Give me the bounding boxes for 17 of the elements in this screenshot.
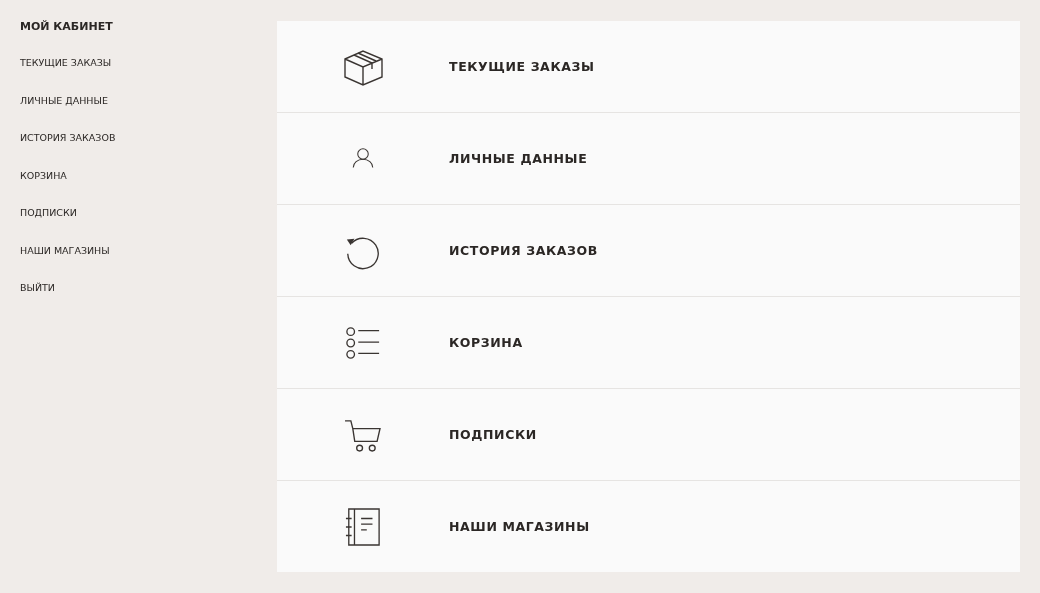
sidebar-title: МОЙ КАБИНЕТ	[20, 21, 113, 33]
list-icon	[345, 324, 381, 361]
sidebar-link[interactable]: ИСТОРИЯ ЗАКАЗОВ	[20, 132, 116, 144]
cart-icon	[344, 417, 382, 452]
section-link[interactable]: КОРЗИНА	[449, 335, 523, 350]
sidebar-link[interactable]: ПОДПИСКИ	[20, 207, 77, 219]
notebook-icon	[345, 506, 381, 547]
sidebar-link[interactable]: ВЫЙТИ	[20, 282, 55, 294]
sidebar-link[interactable]: НАШИ МАГАЗИНЫ	[20, 244, 110, 257]
sidebar-link[interactable]: ЛИЧНЫЕ ДАННЫЕ	[20, 94, 108, 107]
section-link[interactable]: ТЕКУЩИЕ ЗАКАЗЫ	[449, 59, 595, 74]
section-link[interactable]: ПОДПИСКИ	[449, 427, 537, 442]
sidebar-link[interactable]: КОРЗИНА	[20, 169, 67, 182]
section-link[interactable]: ЛИЧНЫЕ ДАННЫЕ	[449, 151, 588, 166]
section-link[interactable]: ИСТОРИЯ ЗАКАЗОВ	[449, 243, 598, 258]
sidebar-link[interactable]: ТЕКУЩИЕ ЗАКАЗЫ	[20, 57, 112, 69]
section-link[interactable]: НАШИ МАГАЗИНЫ	[449, 519, 590, 534]
